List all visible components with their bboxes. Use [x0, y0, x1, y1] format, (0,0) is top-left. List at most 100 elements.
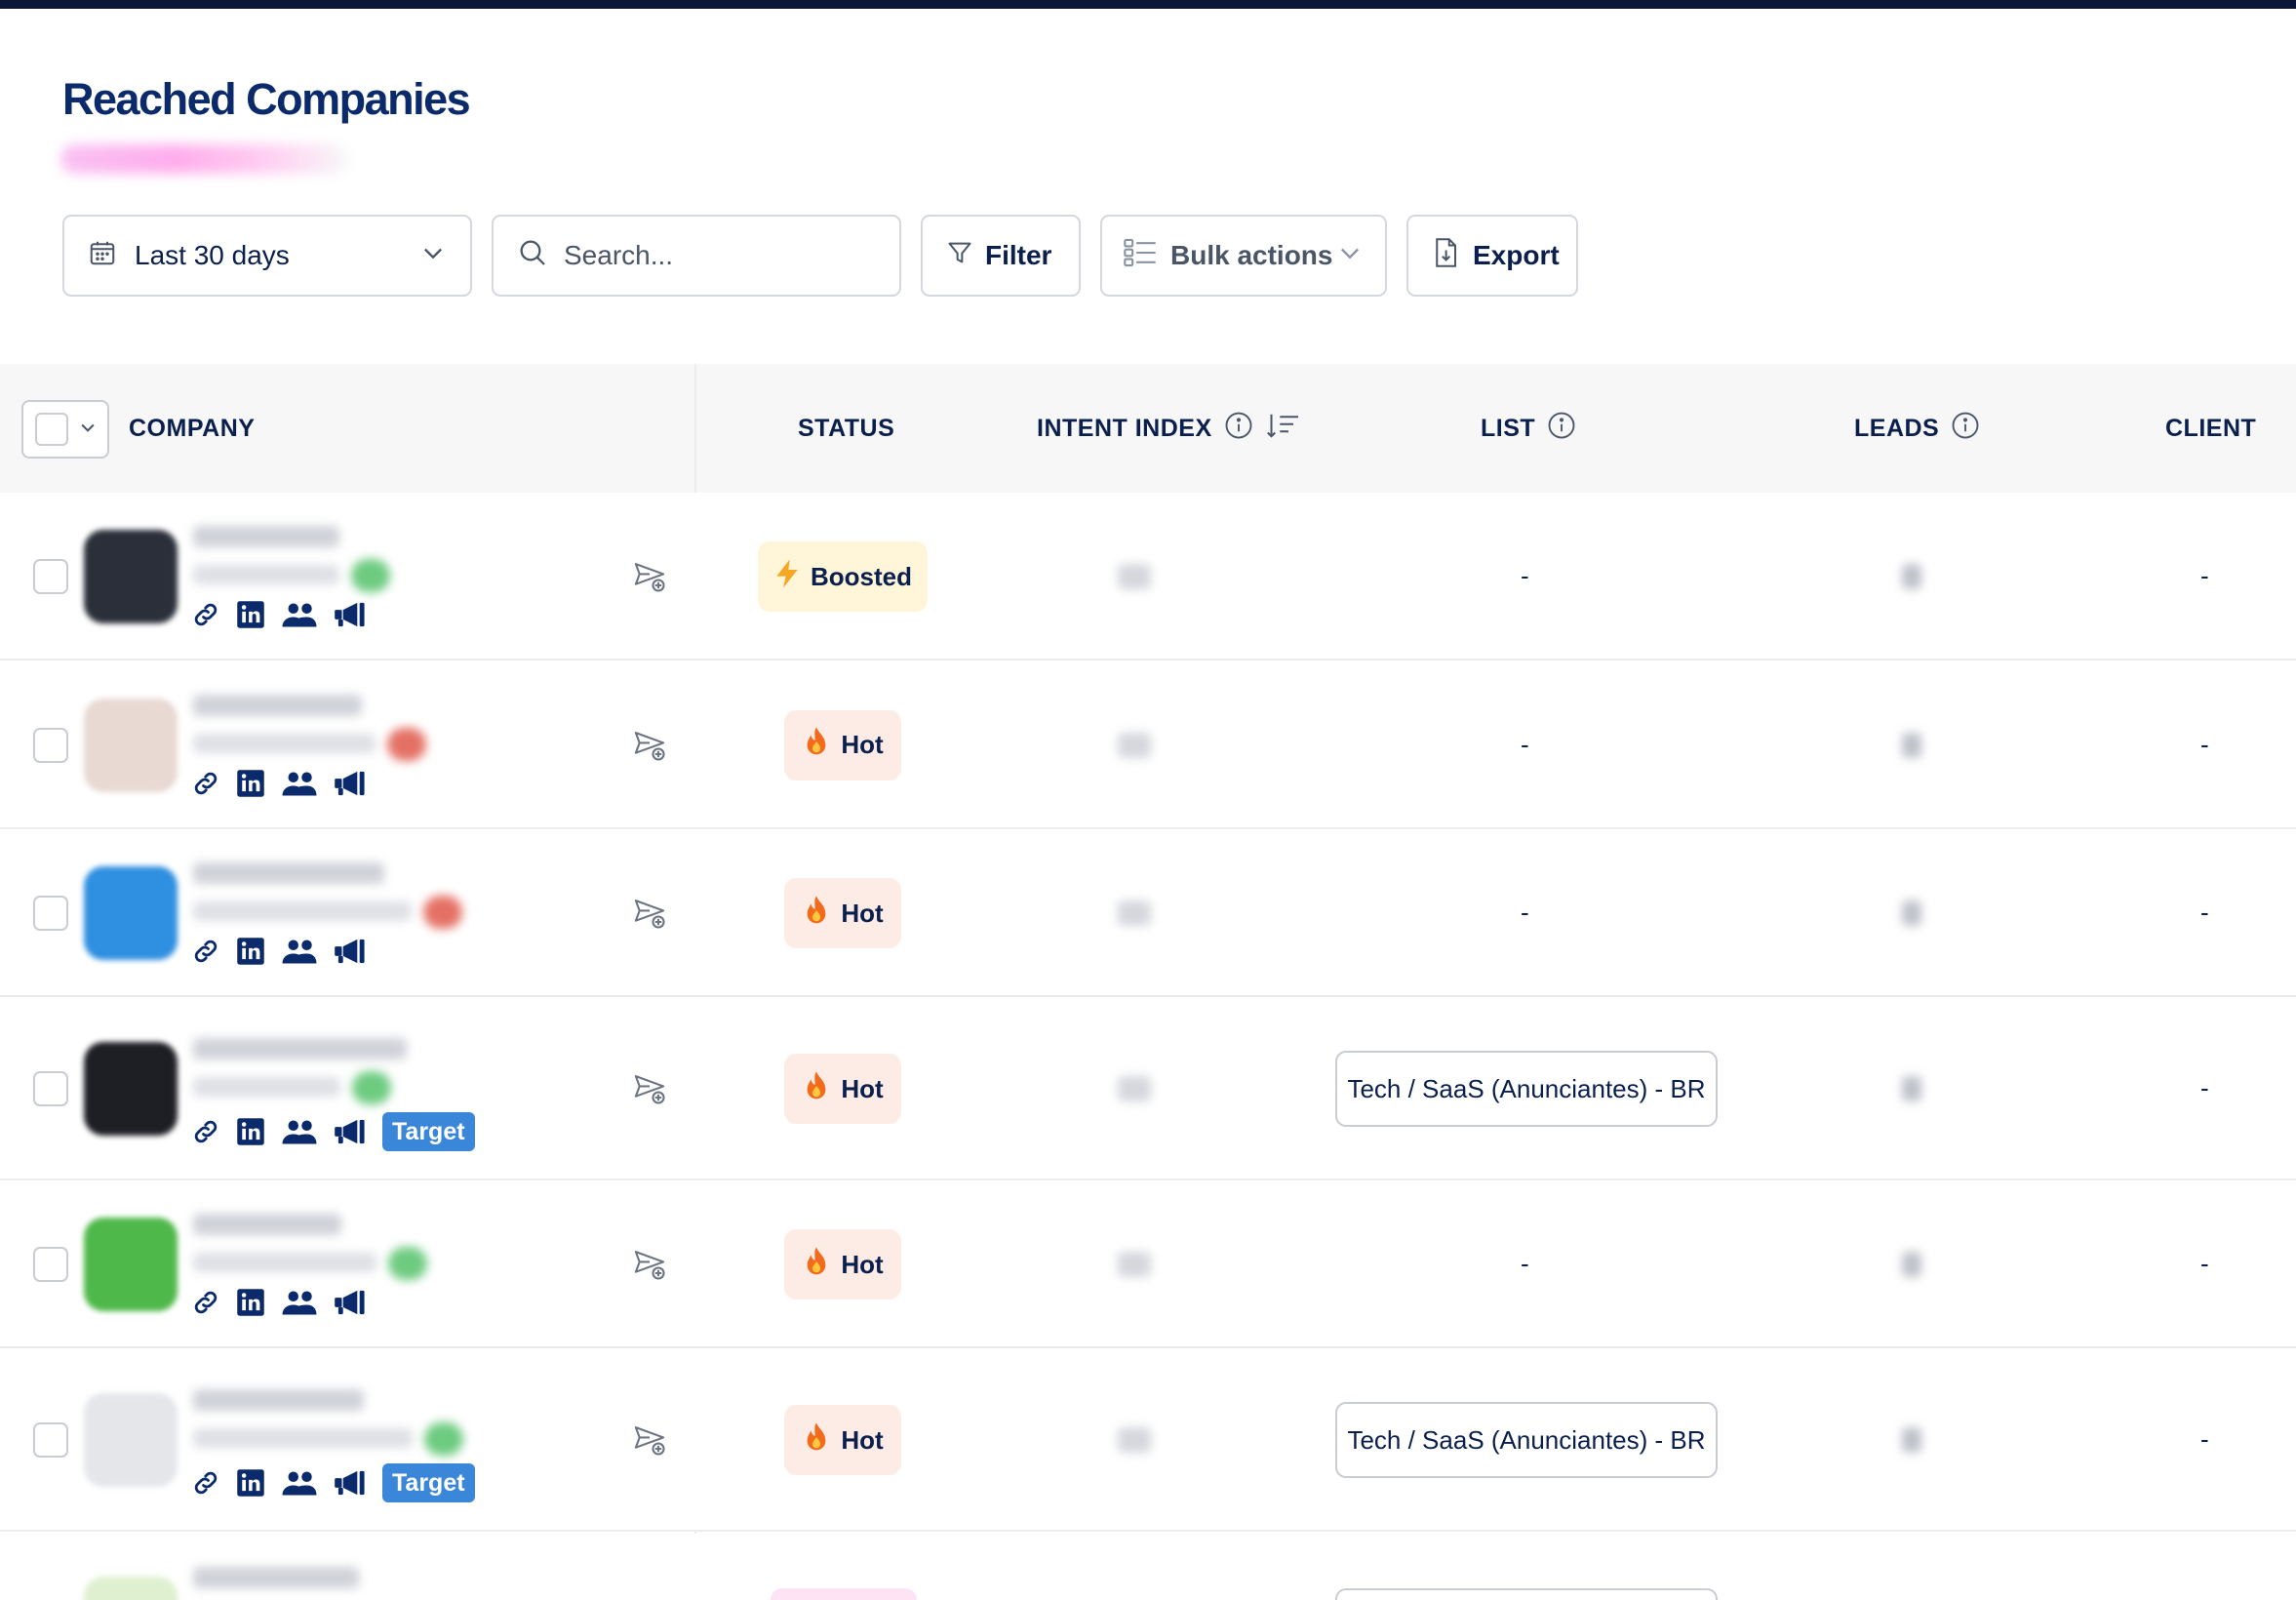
send-outreach-icon[interactable]	[632, 1422, 667, 1462]
checklist-icon	[1124, 238, 1157, 274]
leads-header-label: LEADS	[1854, 414, 1940, 442]
country-flag	[388, 1247, 427, 1280]
megaphone-icon[interactable]	[334, 1288, 367, 1317]
row-checkbox[interactable]	[33, 727, 68, 763]
table-row[interactable]: Hot - -	[0, 829, 2296, 997]
redacted-company-name	[193, 1038, 407, 1060]
megaphone-icon[interactable]	[334, 937, 367, 966]
date-range-select[interactable]: Last 30 days	[62, 215, 472, 297]
company-logo	[84, 1218, 178, 1311]
info-icon[interactable]	[1547, 411, 1576, 447]
megaphone-icon[interactable]	[334, 1468, 367, 1498]
chevron-down-icon	[419, 239, 447, 273]
people-icon[interactable]	[281, 1117, 318, 1146]
megaphone-icon[interactable]	[334, 1117, 367, 1146]
table-row[interactable]: Hot - -	[0, 1180, 2296, 1348]
row-checkbox[interactable]	[33, 1247, 68, 1282]
people-icon[interactable]	[281, 937, 318, 966]
redacted-company-details	[193, 1428, 413, 1448]
bulk-actions-dropdown[interactable]: Bulk actions	[1100, 215, 1387, 297]
linkedin-icon[interactable]	[236, 1468, 265, 1498]
status-label: Hot	[841, 1424, 884, 1455]
link-icon[interactable]	[191, 1288, 220, 1317]
column-header-intent[interactable]: INTENT INDEX	[1037, 364, 1302, 493]
column-header-status[interactable]: STATUS	[798, 364, 894, 493]
redacted-company-name	[193, 526, 339, 547]
send-outreach-icon[interactable]	[632, 1247, 667, 1287]
redacted-leads-count	[1902, 1427, 1921, 1453]
table-row[interactable]: Hot - -	[0, 660, 2296, 829]
list-empty-value: -	[1521, 898, 1529, 927]
row-checkbox[interactable]	[33, 559, 68, 594]
status-badge: Hot	[784, 1405, 901, 1475]
column-header-client[interactable]: CLIENT	[2165, 364, 2256, 493]
info-icon[interactable]	[1951, 411, 1980, 447]
page-title: Reached Companies	[62, 74, 471, 124]
row-checkbox[interactable]	[33, 1422, 68, 1458]
company-quick-links	[191, 937, 367, 966]
list-tag[interactable]: Tech / SaaS (Anunciantes) - BR	[1335, 1402, 1718, 1478]
linkedin-icon[interactable]	[236, 1117, 265, 1146]
column-header-list[interactable]: LIST	[1481, 364, 1576, 493]
search-field[interactable]	[492, 215, 901, 297]
redacted-intent-index	[1118, 732, 1151, 758]
row-checkbox[interactable]	[33, 896, 68, 931]
chevron-down-icon[interactable]	[78, 418, 98, 442]
select-all-box[interactable]	[35, 413, 68, 446]
redacted-intent-index	[1118, 900, 1151, 926]
select-all-checkbox[interactable]	[21, 400, 109, 459]
table-row[interactable]: Target Hot Tech / SaaS (Anunciantes) - BR -	[0, 997, 2296, 1180]
table-row[interactable]: Target Hot Tech / SaaS (Anunciantes) - BR -	[0, 1348, 2296, 1532]
status-label: Hot	[841, 898, 884, 928]
list-tag[interactable]	[1335, 1588, 1718, 1600]
people-icon[interactable]	[281, 1468, 318, 1498]
intent-header-label: INTENT INDEX	[1037, 414, 1212, 442]
chevron-down-icon	[1336, 239, 1364, 273]
status-label: Hot	[841, 1249, 884, 1279]
country-flag	[351, 559, 390, 592]
calendar-icon	[88, 238, 117, 274]
send-outreach-icon[interactable]	[632, 728, 667, 768]
megaphone-icon[interactable]	[334, 769, 367, 798]
status-label: Hot	[841, 1073, 884, 1103]
column-header-leads[interactable]: LEADS	[1854, 364, 1980, 493]
search-input[interactable]	[564, 240, 856, 271]
send-outreach-icon[interactable]	[632, 896, 667, 936]
linkedin-icon[interactable]	[236, 600, 265, 629]
column-header-company[interactable]: COMPANY	[129, 364, 255, 493]
linkedin-icon[interactable]	[236, 1288, 265, 1317]
link-icon[interactable]	[191, 600, 220, 629]
client-value: -	[2200, 1424, 2209, 1454]
people-icon[interactable]	[281, 600, 318, 629]
link-icon[interactable]	[191, 937, 220, 966]
link-icon[interactable]	[191, 1117, 220, 1146]
table-row[interactable]	[0, 1534, 2296, 1600]
linkedin-icon[interactable]	[236, 937, 265, 966]
people-icon[interactable]	[281, 1288, 318, 1317]
redacted-company-details	[193, 1077, 340, 1097]
megaphone-icon[interactable]	[334, 600, 367, 629]
table-row[interactable]: Boosted - -	[0, 493, 2296, 660]
send-outreach-icon[interactable]	[632, 559, 667, 599]
sort-descending-icon[interactable]	[1265, 411, 1302, 447]
redacted-leads-count	[1902, 1076, 1921, 1101]
send-outreach-icon[interactable]	[632, 1071, 667, 1111]
fire-icon	[802, 1246, 831, 1284]
status-badge: Hot	[784, 1054, 901, 1124]
company-quick-links: Target	[191, 1112, 475, 1151]
company-logo	[84, 1042, 178, 1136]
linkedin-icon[interactable]	[236, 769, 265, 798]
redacted-intent-index	[1118, 564, 1151, 589]
info-icon[interactable]	[1224, 411, 1253, 447]
export-button[interactable]: Export	[1406, 215, 1578, 297]
top-accent-bar	[0, 0, 2296, 9]
row-checkbox[interactable]	[33, 1071, 68, 1106]
company-logo	[84, 698, 178, 792]
list-tag[interactable]: Tech / SaaS (Anunciantes) - BR	[1335, 1051, 1718, 1127]
list-empty-value: -	[1521, 1249, 1529, 1278]
link-icon[interactable]	[191, 1468, 220, 1498]
people-icon[interactable]	[281, 769, 318, 798]
redacted-company-details	[193, 1253, 376, 1272]
filter-button[interactable]: Filter	[921, 215, 1081, 297]
link-icon[interactable]	[191, 769, 220, 798]
